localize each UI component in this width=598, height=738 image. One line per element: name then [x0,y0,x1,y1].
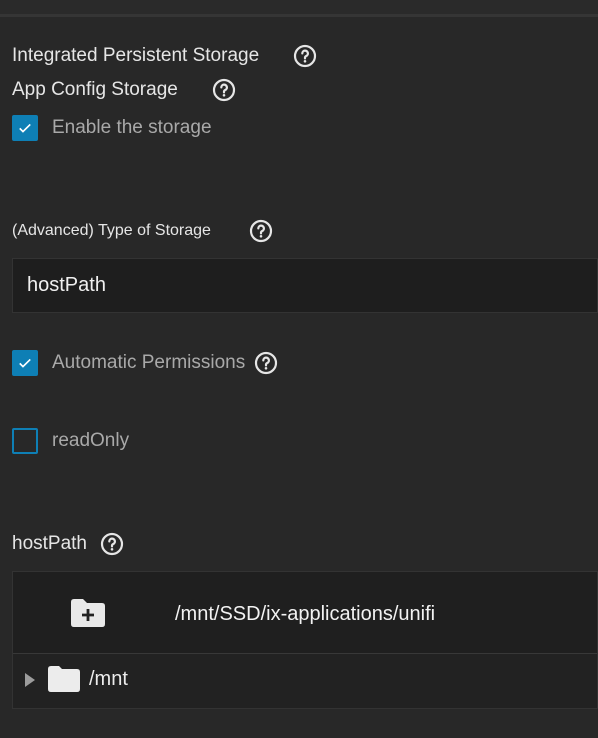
tree-node-mnt[interactable]: /mnt [13,654,597,710]
storage-type-label: (Advanced) Type of Storage [12,222,211,239]
app-storage-form: Integrated Persistent Storage App Config… [0,0,598,738]
read-only-checkbox[interactable] [12,428,38,454]
help-icon[interactable] [212,78,236,102]
automatic-permissions-row[interactable]: Automatic Permissions [12,350,278,376]
automatic-permissions-checkbox[interactable] [12,350,38,376]
top-divider [0,0,598,17]
enable-storage-checkbox[interactable] [12,115,38,141]
read-only-row[interactable]: readOnly [12,428,129,454]
create-folder-icon[interactable] [69,598,107,628]
enable-storage-label: Enable the storage [52,117,212,138]
help-icon[interactable] [249,219,273,243]
storage-type-select[interactable]: hostPath [12,258,598,313]
app-config-storage-heading-row: App Config Storage [12,78,236,102]
host-path-explorer: /mnt/SSD/ix-applications/unifi /mnt [12,571,598,709]
expand-arrow-icon[interactable] [23,671,37,689]
selected-path-input[interactable]: /mnt/SSD/ix-applications/unifi [175,603,435,626]
storage-type-label-row: (Advanced) Type of Storage [12,219,273,243]
help-icon[interactable] [293,44,317,68]
app-config-storage-heading: App Config Storage [12,79,178,100]
tree-node-label: /mnt [89,668,128,690]
check-icon [19,123,31,133]
read-only-label: readOnly [52,430,130,451]
folder-icon [48,666,80,692]
host-path-label: hostPath [12,533,87,554]
integrated-storage-heading: Integrated Persistent Storage [12,45,260,66]
explorer-header: /mnt/SSD/ix-applications/unifi [13,572,597,654]
help-icon[interactable] [254,351,278,375]
help-icon[interactable] [100,532,124,556]
automatic-permissions-label: Automatic Permissions [52,352,246,373]
integrated-storage-heading-row: Integrated Persistent Storage [12,44,317,68]
storage-type-selected-value: hostPath [27,274,106,296]
check-icon [19,358,31,368]
host-path-label-row: hostPath [12,532,124,556]
enable-storage-row[interactable]: Enable the storage [12,115,212,141]
